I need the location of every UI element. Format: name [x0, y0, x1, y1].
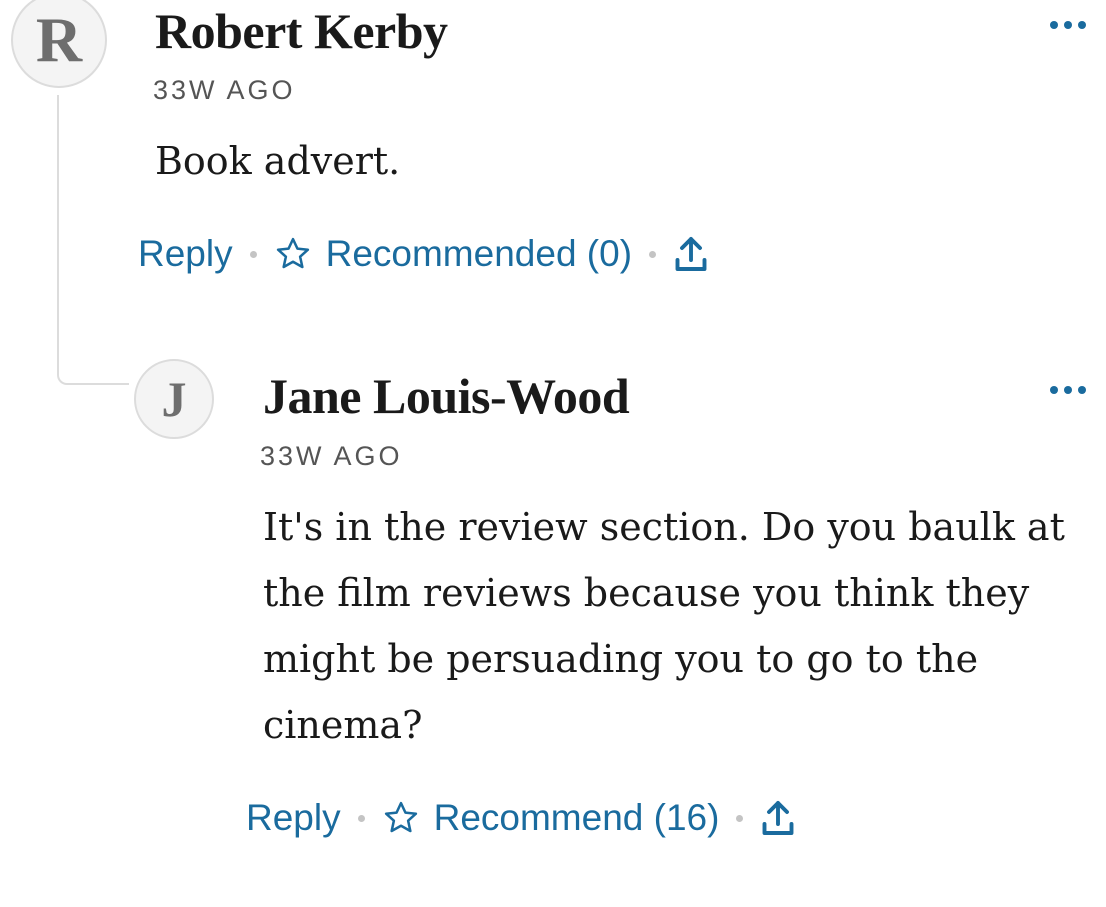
- reply-button[interactable]: Reply: [246, 797, 341, 839]
- reply-thread-connector: [57, 95, 129, 385]
- comment-author[interactable]: Jane Louis-Wood: [263, 367, 630, 425]
- more-dot: [1078, 386, 1086, 394]
- share-upload-icon[interactable]: [760, 798, 796, 838]
- comment-actions: Reply Recommended (0): [138, 233, 709, 275]
- comment-timestamp: 33W AGO: [153, 75, 296, 105]
- comment-actions: Reply Recommend (16): [246, 797, 796, 839]
- more-dot: [1050, 386, 1058, 394]
- more-dot: [1064, 386, 1072, 394]
- more-options-icon[interactable]: [1050, 384, 1086, 396]
- recommend-button[interactable]: Recommended (0): [274, 233, 632, 275]
- avatar[interactable]: J: [134, 359, 214, 439]
- avatar[interactable]: R: [11, 0, 107, 88]
- recommend-button[interactable]: Recommend (16): [382, 797, 720, 839]
- more-dot: [1078, 21, 1086, 29]
- separator-dot: [649, 250, 657, 258]
- recommend-label: Recommended (0): [325, 233, 633, 274]
- more-dot: [1064, 21, 1072, 29]
- comment-text: It's in the review section. Do you baulk…: [263, 505, 1065, 747]
- more-options-icon[interactable]: [1050, 19, 1086, 31]
- star-outline-icon: [384, 801, 417, 833]
- more-dot: [1050, 21, 1058, 29]
- reply-button[interactable]: Reply: [138, 233, 233, 275]
- share-upload-icon[interactable]: [673, 234, 709, 274]
- separator-dot: [736, 814, 744, 822]
- avatar-letter: J: [161, 371, 187, 427]
- comment-author[interactable]: Robert Kerby: [155, 2, 448, 60]
- separator-dot: [249, 250, 257, 258]
- star-outline-icon: [276, 237, 309, 269]
- recommend-label: Recommend (16): [433, 797, 720, 838]
- comment-timestamp: 33W AGO: [260, 441, 403, 471]
- comment-text: Book advert.: [155, 139, 401, 183]
- avatar-letter: R: [35, 4, 83, 75]
- separator-dot: [357, 814, 365, 822]
